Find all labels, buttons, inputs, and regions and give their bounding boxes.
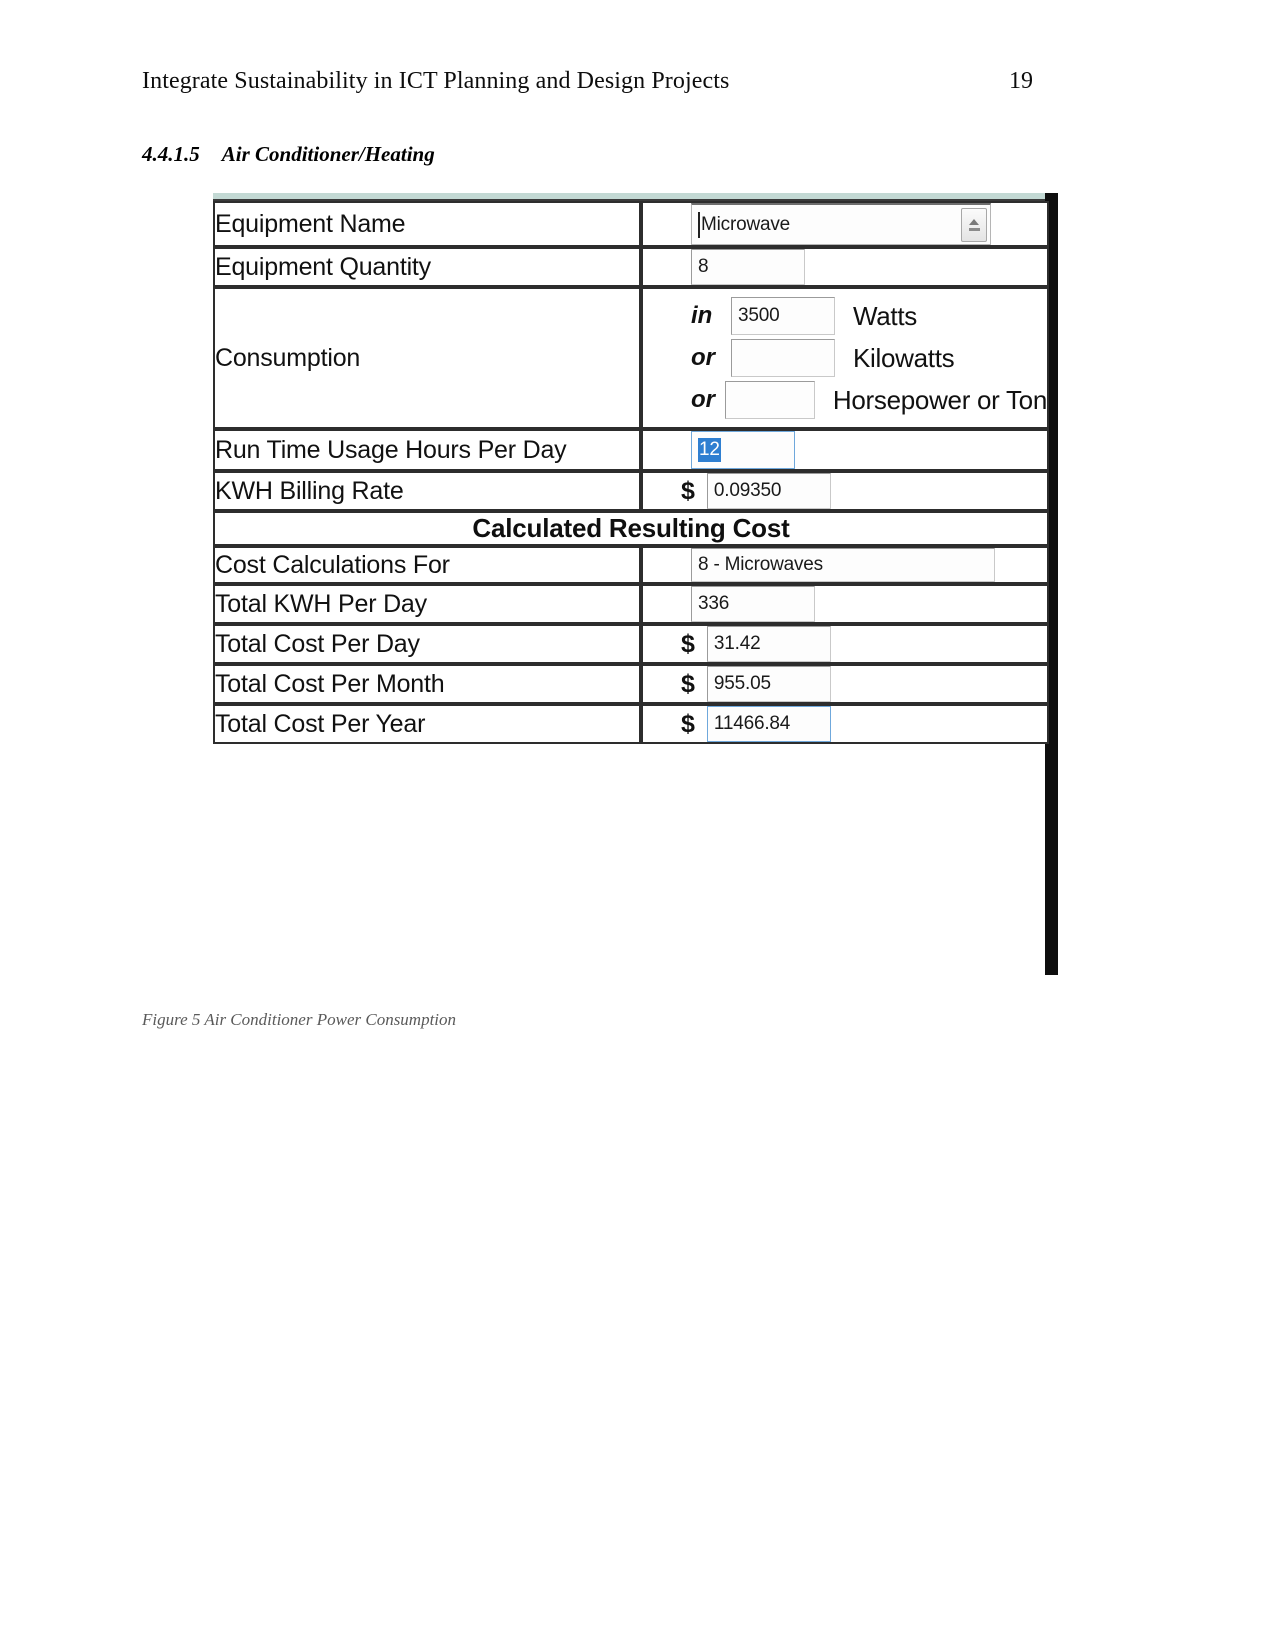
total-kwh-per-day-input[interactable]: 336 xyxy=(691,586,815,622)
total-cost-per-year-input[interactable]: 11466.84 xyxy=(706,706,831,742)
table-row: Total KWH Per Day 336 xyxy=(213,584,1049,624)
label-cost-calculations-for: Cost Calculations For xyxy=(213,546,641,584)
cell-total-kwh-per-day: 336 xyxy=(641,584,1049,624)
cell-cost-calculations-for: 8 - Microwaves xyxy=(641,546,1049,584)
run-time-hours-value: 12 xyxy=(698,438,721,462)
dollar-sign-cost-per-month: $ xyxy=(681,669,695,698)
label-total-cost-per-day: Total Cost Per Day xyxy=(213,624,641,664)
figure-air-conditioner-power-consumption: Equipment Name Microwave Equipment Quant… xyxy=(213,193,1058,975)
cell-equipment-name: Microwave xyxy=(641,201,1049,247)
cost-calculations-for-value: 8 - Microwaves xyxy=(698,554,823,575)
label-total-cost-per-year: Total Cost Per Year xyxy=(213,704,641,744)
kwh-billing-rate-value: 0.09350 xyxy=(713,480,782,501)
page-running-header: Integrate Sustainability in ICT Planning… xyxy=(142,68,1033,95)
total-cost-per-day-value: 31.42 xyxy=(713,633,761,654)
consumption-line-horsepower: or Horsepower or Ton xyxy=(643,379,1047,421)
run-time-hours-input[interactable]: 12 xyxy=(691,431,795,469)
cell-run-time-usage-hours: 12 xyxy=(641,429,1049,471)
label-run-time-usage-hours: Run Time Usage Hours Per Day xyxy=(213,429,641,471)
cell-total-cost-per-month: $ 955.05 xyxy=(641,664,1049,704)
consumption-unit-kilowatts: Kilowatts xyxy=(853,342,955,373)
table-row: Run Time Usage Hours Per Day 12 xyxy=(213,429,1049,471)
table-row: Calculated Resulting Cost xyxy=(213,511,1049,546)
consumption-watts-value: 3500 xyxy=(738,305,780,326)
kwh-billing-rate-input[interactable]: 0.09350 xyxy=(706,473,831,509)
dollar-sign-cost-per-day: $ xyxy=(681,629,695,658)
figure-top-strip xyxy=(213,193,1045,201)
label-kwh-billing-rate: KWH Billing Rate xyxy=(213,471,641,511)
label-consumption: Consumption xyxy=(213,287,641,429)
total-kwh-per-day-value: 336 xyxy=(698,593,730,614)
section-heading: 4.4.1.5 Air Conditioner/Heating xyxy=(142,142,435,167)
consumption-horsepower-input[interactable] xyxy=(724,381,815,419)
total-cost-per-year-value: 11466.84 xyxy=(713,713,791,734)
consumption-conjunction-or-2: or xyxy=(691,386,715,413)
equipment-name-input[interactable]: Microwave xyxy=(691,203,991,245)
consumption-conjunction-or-1: or xyxy=(691,344,715,371)
label-total-cost-per-month: Total Cost Per Month xyxy=(213,664,641,704)
consumption-kilowatts-input[interactable] xyxy=(731,339,835,377)
consumption-watts-input[interactable]: 3500 xyxy=(731,297,835,335)
cell-consumption: in 3500 Watts or Kilowatts or Horsepower… xyxy=(641,287,1049,429)
cell-total-cost-per-year: $ 11466.84 xyxy=(641,704,1049,744)
consumption-line-watts: in 3500 Watts xyxy=(643,295,1047,337)
equipment-quantity-input[interactable]: 8 xyxy=(691,249,805,285)
equipment-quantity-value: 8 xyxy=(698,256,709,277)
arrow-up-icon xyxy=(969,218,979,225)
consumption-unit-horsepower: Horsepower or Ton xyxy=(832,384,1047,415)
table-row: Cost Calculations For 8 - Microwaves xyxy=(213,546,1049,584)
running-title: Integrate Sustainability in ICT Planning… xyxy=(142,68,730,94)
table-row: Total Cost Per Day $ 31.42 xyxy=(213,624,1049,664)
spinner-icon[interactable] xyxy=(961,207,987,242)
total-cost-per-month-value: 955.05 xyxy=(713,673,771,694)
label-equipment-quantity: Equipment Quantity xyxy=(213,247,641,287)
section-title: Air Conditioner/Heating xyxy=(221,142,435,166)
power-consumption-table: Equipment Name Microwave Equipment Quant… xyxy=(213,201,1049,744)
spinner-bar xyxy=(968,227,980,231)
total-cost-per-day-input[interactable]: 31.42 xyxy=(706,626,831,662)
consumption-line-kilowatts: or Kilowatts xyxy=(643,337,1047,379)
cell-total-cost-per-day: $ 31.42 xyxy=(641,624,1049,664)
section-number: 4.4.1.5 xyxy=(142,142,200,166)
cost-calculations-for-input[interactable]: 8 - Microwaves xyxy=(691,548,995,582)
label-equipment-name: Equipment Name xyxy=(213,201,641,247)
cell-kwh-billing-rate: $ 0.09350 xyxy=(641,471,1049,511)
label-total-kwh-per-day: Total KWH Per Day xyxy=(213,584,641,624)
equipment-name-value: Microwave xyxy=(701,213,790,235)
dollar-sign-cost-per-year: $ xyxy=(681,709,695,738)
calculated-resulting-cost-banner: Calculated Resulting Cost xyxy=(213,511,1049,546)
table-row: Total Cost Per Year $ 11466.84 xyxy=(213,704,1049,744)
table-row: Consumption in 3500 Watts or Kilowatts o… xyxy=(213,287,1049,429)
table-row: Total Cost Per Month $ 955.05 xyxy=(213,664,1049,704)
table-row: Equipment Quantity 8 xyxy=(213,247,1049,287)
figure-caption: Figure 5 Air Conditioner Power Consumpti… xyxy=(142,1010,457,1029)
table-row: KWH Billing Rate $ 0.09350 xyxy=(213,471,1049,511)
cell-equipment-quantity: 8 xyxy=(641,247,1049,287)
dollar-sign-kwh-rate: $ xyxy=(681,476,695,505)
total-cost-per-month-input[interactable]: 955.05 xyxy=(706,666,831,702)
consumption-conjunction-in: in xyxy=(691,302,713,329)
consumption-unit-watts: Watts xyxy=(853,300,917,331)
text-caret xyxy=(698,211,700,238)
page-number: 19 xyxy=(1009,68,1033,94)
table-row: Equipment Name Microwave xyxy=(213,201,1049,247)
